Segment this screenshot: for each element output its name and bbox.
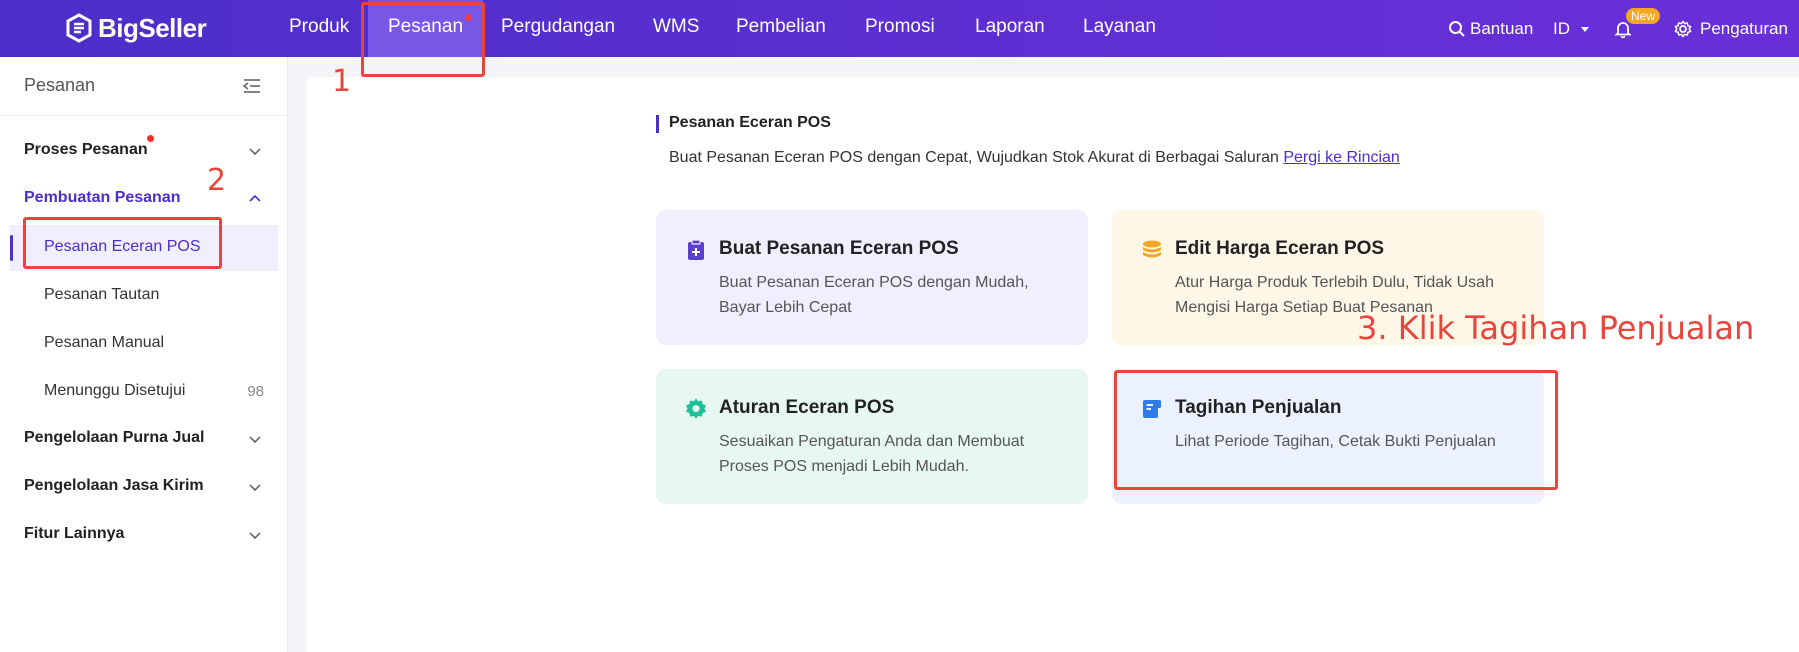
clipboard-plus-icon — [688, 239, 704, 260]
new-badge: New — [1626, 8, 1661, 24]
sidebar-item-label: Pesanan Manual — [44, 334, 165, 351]
sidebar-group-label: Pembuatan Pesanan — [24, 189, 181, 206]
bigseller-logo[interactable]: BigSeller — [64, 12, 207, 44]
settings-label: Pengaturan — [1700, 18, 1788, 38]
card-title: Aturan Eceran POS — [719, 397, 895, 418]
card-buat-pesanan-eceran-pos[interactable]: Buat Pesanan Eceran POS Buat Pesanan Ece… — [656, 210, 1088, 345]
collapse-sidebar-icon[interactable] — [242, 77, 262, 95]
section-description: Buat Pesanan Eceran POS dengan Cepat, Wu… — [669, 149, 1400, 167]
bigseller-logo-icon — [66, 13, 92, 43]
gear-icon — [1674, 19, 1692, 38]
help-label: Bantuan — [1470, 18, 1534, 38]
nav-pembelian[interactable]: Pembelian — [736, 0, 826, 57]
nav-laporan[interactable]: Laporan — [975, 0, 1045, 57]
nav-pesanan-label: Pesanan — [388, 16, 464, 37]
details-link[interactable]: Pergi ke Rincian — [1283, 149, 1400, 166]
nav-produk[interactable]: Produk — [289, 0, 349, 57]
sidebar-group-fitur-lainnya[interactable]: Fitur Lainnya — [0, 515, 288, 555]
receipt-icon — [1143, 400, 1161, 418]
sidebar-item-label: Menunggu Disetujui — [44, 382, 186, 399]
sidebar-title: Pesanan — [24, 75, 96, 95]
sidebar-group-label: Pengelolaan Purna Jual — [24, 429, 205, 446]
sidebar-group-pembuatan-pesanan[interactable]: Pembuatan Pesanan — [0, 179, 288, 219]
top-navigation-bar: BigSeller Produk Pesanan Pergudangan WMS… — [0, 0, 1799, 57]
help-button[interactable]: Bantuan — [1448, 0, 1533, 57]
sidebar-header: Pesanan — [0, 57, 288, 116]
sidebar-item-label: Pesanan Eceran POS — [44, 238, 201, 255]
nav-wms[interactable]: WMS — [653, 0, 699, 57]
nav-layanan[interactable]: Layanan — [1083, 0, 1156, 57]
coins-icon — [1143, 240, 1161, 258]
card-title: Tagihan Penjualan — [1175, 397, 1342, 418]
sidebar-group-label: Fitur Lainnya — [24, 525, 125, 542]
nav-promosi[interactable]: Promosi — [865, 0, 935, 57]
brand-name: BigSeller — [98, 12, 207, 43]
sidebar-group-pengelolaan-jasa-kirim[interactable]: Pengelolaan Jasa Kirim — [0, 467, 288, 507]
card-description: Sesuaikan Pengaturan Anda dan Membuat Pr… — [719, 433, 1025, 475]
search-icon — [1449, 20, 1465, 37]
nav-pesanan[interactable]: Pesanan — [368, 0, 484, 57]
settings-button[interactable]: Pengaturan — [1674, 0, 1788, 57]
sidebar-group-label: Pengelolaan Jasa Kirim — [24, 477, 204, 494]
card-title: Buat Pesanan Eceran POS — [719, 238, 959, 259]
sidebar-item-menunggu-disetujui[interactable]: Menunggu Disetujui 98 — [10, 369, 278, 415]
sidebar-item-pesanan-manual[interactable]: Pesanan Manual — [10, 321, 278, 367]
proses-pesanan-notification-dot — [147, 135, 154, 142]
section-accent-bar — [656, 115, 659, 133]
caret-down-icon — [1581, 26, 1589, 32]
chevron-down-icon — [249, 484, 261, 492]
annotation-step-3: 3. Klik Tagihan Penjualan — [1357, 309, 1755, 347]
language-selector[interactable]: ID — [1553, 0, 1590, 57]
chevron-down-icon — [249, 436, 261, 444]
sidebar-group-proses-pesanan[interactable]: Proses Pesanan — [0, 131, 288, 171]
nav-pergudangan[interactable]: Pergudangan — [501, 0, 615, 57]
sidebar-item-pesanan-eceran-pos[interactable]: Pesanan Eceran POS — [10, 225, 278, 271]
sidebar-item-label: Pesanan Tautan — [44, 286, 160, 303]
chevron-down-icon — [249, 148, 261, 156]
gear-icon — [686, 398, 706, 419]
language-label: ID — [1553, 18, 1570, 38]
sidebar: Pesanan Proses Pesanan Pembuatan Pesanan… — [0, 57, 288, 652]
card-description: Buat Pesanan Eceran POS dengan Mudah, Ba… — [719, 274, 1029, 316]
active-indicator — [10, 235, 13, 261]
chevron-up-icon — [249, 194, 261, 202]
card-aturan-eceran-pos[interactable]: Aturan Eceran POS Sesuaikan Pengaturan A… — [656, 369, 1088, 504]
chevron-down-icon — [249, 532, 261, 540]
nav-pesanan-notification-dot — [465, 14, 472, 21]
annotation-step-1: 1 — [332, 64, 352, 99]
sidebar-group-pengelolaan-purna-jual[interactable]: Pengelolaan Purna Jual — [0, 419, 288, 459]
sidebar-item-pesanan-tautan[interactable]: Pesanan Tautan — [10, 273, 278, 319]
section-title: Pesanan Eceran POS — [669, 114, 831, 131]
annotation-step-2: 2 — [207, 163, 227, 198]
card-tagihan-penjualan[interactable]: Tagihan Penjualan Lihat Periode Tagihan,… — [1112, 369, 1544, 504]
section-description-text: Buat Pesanan Eceran POS dengan Cepat, Wu… — [669, 149, 1284, 166]
card-title: Edit Harga Eceran POS — [1175, 238, 1385, 259]
pending-count: 98 — [247, 383, 264, 400]
sidebar-group-label: Proses Pesanan — [24, 141, 148, 158]
card-description: Lihat Periode Tagihan, Cetak Bukti Penju… — [1175, 433, 1496, 450]
